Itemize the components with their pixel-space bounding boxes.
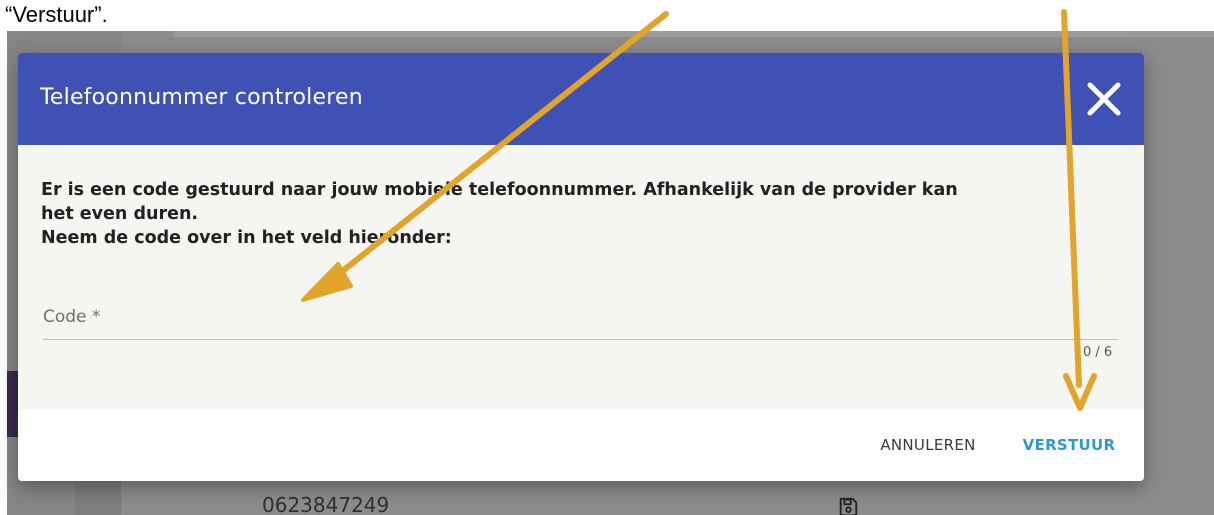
code-input[interactable] [43,301,1122,341]
dialog-message: Er is een code gestuurd naar jouw mobiel… [41,178,1131,250]
document-caption: “Verstuur”. [5,2,108,27]
cancel-button[interactable]: ANNULEREN [858,425,998,465]
verify-phone-dialog: Telefoonnummer controleren Er is een cod… [18,53,1144,481]
message-line: het even duren. [41,204,199,224]
character-counter: 0 / 6 [1083,345,1113,360]
submit-button[interactable]: VERSTUUR [1004,425,1134,465]
save-icon[interactable] [837,496,859,515]
code-field[interactable]: Code * [43,301,1122,341]
dialog-title: Telefoonnummer controleren [40,85,363,110]
message-line: Er is een code gestuurd naar jouw mobiel… [41,180,958,200]
dialog-footer: ANNULEREN VERSTUUR [18,409,1144,481]
background-phone-number: 0623847249 [262,493,390,515]
close-icon[interactable] [1080,75,1128,123]
message-line: Neem de code over in het veld hieronder: [41,228,452,248]
code-field-underline [43,339,1118,340]
dialog-header: Telefoonnummer controleren [18,53,1144,145]
background-top-bar [173,31,1214,37]
